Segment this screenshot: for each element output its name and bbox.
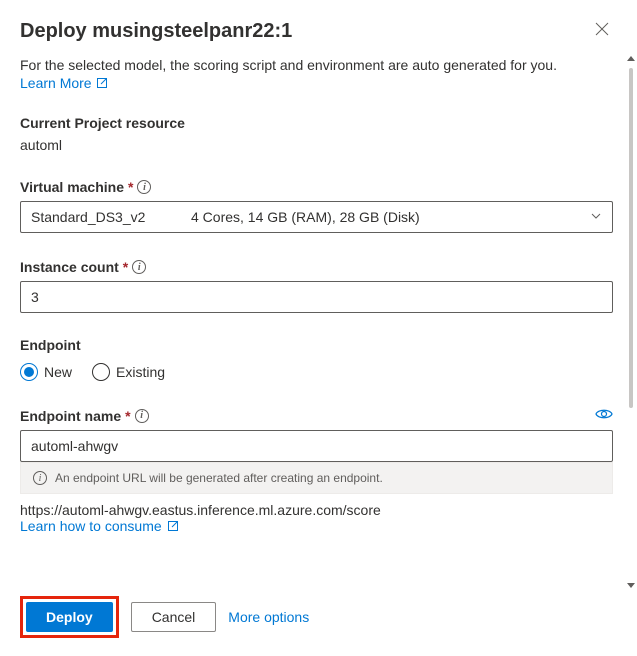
info-banner-text: An endpoint URL will be generated after … [55,471,383,485]
learn-consume-label: Learn how to consume [20,518,162,534]
vm-selected-spec: 4 Cores, 14 GB (RAM), 28 GB (Disk) [191,209,420,225]
endpoint-name-label: Endpoint name [20,408,121,424]
scroll-up-icon [627,56,635,61]
endpoint-url: https://automl-ahwgv.eastus.inference.ml… [20,502,613,518]
required-indicator: * [123,259,128,275]
radio-icon [20,363,38,381]
endpoint-label: Endpoint [20,337,613,353]
scroll-thumb[interactable] [629,68,633,408]
cancel-button[interactable]: Cancel [131,602,217,632]
more-options-link[interactable]: More options [228,609,309,625]
radio-label-existing: Existing [116,364,165,380]
radio-icon [92,363,110,381]
close-button[interactable] [591,20,613,41]
eye-icon [595,407,613,421]
radio-label-new: New [44,364,72,380]
endpoint-name-input[interactable] [20,430,613,462]
info-icon[interactable]: i [132,260,146,274]
learn-consume-link[interactable]: Learn how to consume [20,518,179,534]
endpoint-radio-existing[interactable]: Existing [92,363,165,381]
highlight-annotation: Deploy [20,596,119,638]
description-text: For the selected model, the scoring scri… [20,57,613,73]
required-indicator: * [128,179,133,195]
close-icon [595,22,609,36]
page-title: Deploy musingsteelpanr22:1 [20,20,292,43]
chevron-down-icon [590,209,602,225]
scroll-down-icon [627,583,635,588]
endpoint-info-banner: i An endpoint URL will be generated afte… [20,462,613,494]
info-icon: i [33,471,47,485]
learn-more-link[interactable]: Learn More [20,75,108,91]
instance-count-input[interactable] [20,281,613,313]
required-indicator: * [125,408,130,424]
endpoint-radio-new[interactable]: New [20,363,72,381]
vm-dropdown[interactable]: Standard_DS3_v2 4 Cores, 14 GB (RAM), 28… [20,201,613,233]
vm-selected-name: Standard_DS3_v2 [31,209,191,225]
deploy-button[interactable]: Deploy [26,602,113,632]
project-resource-label: Current Project resource [20,115,613,131]
instance-count-label: Instance count [20,259,119,275]
project-resource-value: automl [20,137,613,153]
external-link-icon [167,520,179,532]
learn-more-label: Learn More [20,75,92,91]
external-link-icon [96,77,108,89]
info-icon[interactable]: i [135,409,149,423]
vm-label: Virtual machine [20,179,124,195]
info-icon[interactable]: i [137,180,151,194]
scrollbar[interactable] [627,56,635,588]
visibility-toggle[interactable] [595,407,613,424]
